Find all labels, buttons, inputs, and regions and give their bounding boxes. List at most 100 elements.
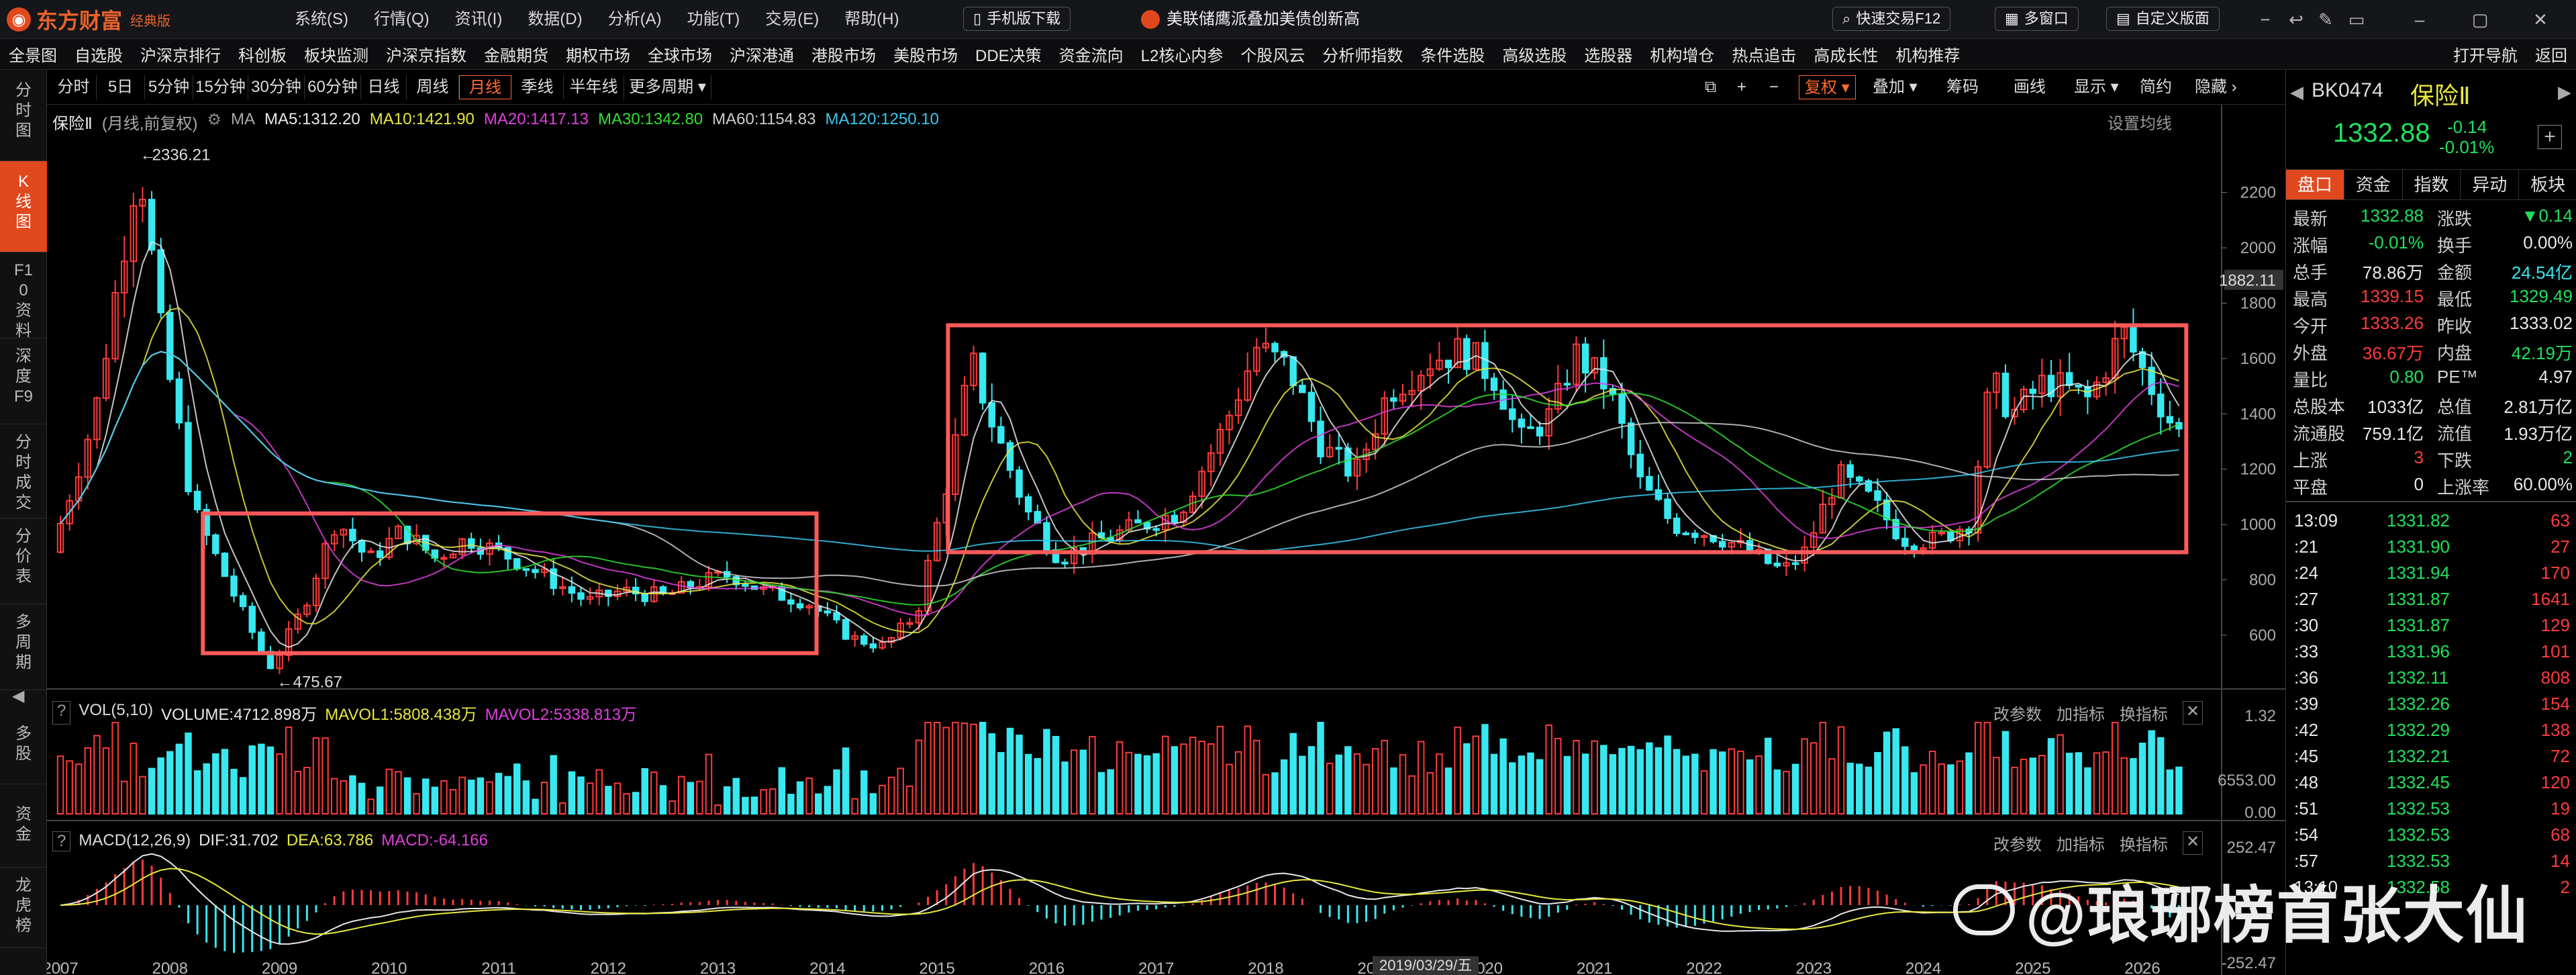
zoom-out-icon[interactable]: −	[1769, 75, 1779, 99]
collapse-arrow-icon[interactable]: ◀	[12, 686, 24, 706]
tab-price-table[interactable]: 分价表	[0, 518, 47, 604]
nav-item[interactable]: 美股市场	[885, 42, 967, 66]
settings-icon[interactable]: ▭	[2346, 9, 2367, 30]
period-5day[interactable]: 5日	[97, 75, 145, 99]
help-icon[interactable]: ?	[52, 701, 71, 725]
period-week[interactable]: 周线	[407, 75, 459, 99]
mobile-download-button[interactable]: ▯ 手机版下载	[963, 7, 1071, 31]
copy-icon[interactable]: ⧉	[1705, 75, 1716, 99]
nav-item[interactable]: 沪深港通	[721, 42, 803, 66]
add-indicator-button[interactable]: 加指标	[2057, 701, 2105, 725]
tab-sector[interactable]: 板块	[2518, 170, 2576, 199]
tab-kline[interactable]: K线图	[0, 161, 47, 252]
custom-layout-button[interactable]: ▤ 自定义版面	[2106, 7, 2220, 31]
news-headline[interactable]: 美联储鹰派叠加美债创新高	[1167, 8, 1360, 31]
open-nav-button[interactable]: 打开导航	[2444, 42, 2526, 66]
nav-item[interactable]: 分析师指数	[1314, 42, 1411, 66]
candle-body	[157, 249, 164, 314]
price-tick-label: 2000	[2240, 239, 2276, 257]
menu-trade[interactable]: 交易(E)	[752, 8, 832, 31]
nav-item[interactable]: 条件选股	[1411, 42, 1493, 66]
skin-icon[interactable]: ✎	[2316, 9, 2336, 30]
prev-stock-icon[interactable]: ◀	[2290, 82, 2303, 103]
period-month[interactable]: 月线	[459, 75, 511, 99]
nav-item[interactable]: 港股市场	[803, 42, 885, 66]
period-halfyear[interactable]: 半年线	[564, 75, 624, 99]
simple-button[interactable]: 简约	[2140, 75, 2172, 99]
nav-item[interactable]: 机构增仓	[1641, 42, 1723, 66]
period-day[interactable]: 日线	[361, 75, 407, 99]
period-15min[interactable]: 15分钟	[193, 75, 248, 99]
period-quarter[interactable]: 季线	[511, 75, 564, 99]
switch-indicator-button[interactable]: 换指标	[2120, 701, 2168, 725]
period-60min[interactable]: 60分钟	[305, 75, 361, 99]
nav-item[interactable]: 全景图	[0, 42, 66, 66]
tab-f10[interactable]: F10资料	[0, 252, 47, 340]
menu-system[interactable]: 系统(S)	[282, 8, 361, 31]
zoom-in-icon[interactable]: +	[1737, 75, 1746, 99]
tab-f9[interactable]: 深度F9	[0, 338, 47, 424]
nav-item[interactable]: 金融期货	[475, 42, 557, 66]
period-30min[interactable]: 30分钟	[248, 75, 305, 99]
close-icon[interactable]: ✕	[2183, 831, 2203, 855]
add-indicator-button[interactable]: 加指标	[2057, 831, 2105, 855]
nav-item[interactable]: 机构推荐	[1887, 42, 1969, 66]
kline-chart-area[interactable]: 保险Ⅱ (月线,前复权) ⚙ MA MA5:1312.20 MA10:1421.…	[47, 105, 2285, 975]
nav-item[interactable]: 热点追击	[1723, 42, 1805, 66]
close-icon[interactable]: ✕	[2530, 9, 2550, 30]
hide-button[interactable]: 隐藏 ›	[2195, 75, 2237, 99]
nav-item[interactable]: 沪深京排行	[132, 42, 230, 66]
nav-item[interactable]: DDE决策	[967, 42, 1050, 66]
help-icon[interactable]: ?	[52, 831, 71, 851]
overlay-button[interactable]: 叠加 ▾	[1873, 75, 1918, 99]
nav-item[interactable]: 科创板	[230, 42, 295, 66]
display-button[interactable]: 显示 ▾	[2074, 75, 2119, 99]
menu-help[interactable]: 帮助(H)	[832, 8, 911, 31]
add-watch-icon[interactable]: +	[2538, 125, 2562, 149]
period-5min[interactable]: 5分钟	[145, 75, 193, 99]
return-button[interactable]: 返回	[2526, 42, 2576, 66]
tab-index[interactable]: 指数	[2401, 170, 2461, 199]
nav-item[interactable]: 期权市场	[557, 42, 639, 66]
tab-fund-flow[interactable]: 资金	[2343, 170, 2402, 199]
window-min-icon[interactable]: –	[2410, 9, 2430, 30]
menu-data[interactable]: 数据(D)	[515, 8, 595, 31]
tab-dragon-tiger[interactable]: 龙虎榜	[0, 868, 47, 948]
nav-item[interactable]: 自选股	[66, 42, 132, 66]
nav-item[interactable]: 资金流向	[1050, 42, 1132, 66]
nav-item[interactable]: 选股器	[1575, 42, 1641, 66]
menu-function[interactable]: 功能(T)	[675, 8, 753, 31]
nav-item[interactable]: 板块监测	[295, 42, 377, 66]
restore-rights-button[interactable]: 复权 ▾	[1799, 75, 1856, 99]
period-more[interactable]: 更多周期 ▾	[624, 75, 711, 99]
nav-item[interactable]: L2核心内参	[1132, 42, 1232, 66]
window-max-icon[interactable]: ▢	[2470, 9, 2490, 30]
tab-multi-period[interactable]: 多周期	[0, 604, 47, 690]
tab-tick[interactable]: 分时成交	[0, 424, 47, 518]
switch-indicator-button[interactable]: 换指标	[2120, 831, 2168, 855]
nav-item[interactable]: 高成长性	[1805, 42, 1887, 66]
next-stock-icon[interactable]: ▶	[2558, 82, 2571, 103]
back-icon[interactable]: ↩	[2286, 9, 2306, 30]
minimize-icon[interactable]: −	[2255, 9, 2275, 30]
menu-analysis[interactable]: 分析(A)	[595, 8, 675, 31]
news-ticker[interactable]: 美联储鹰派叠加美债创新高	[1141, 8, 1360, 31]
tab-intraday[interactable]: 分时图	[0, 70, 47, 161]
multi-window-button[interactable]: ▦ 多窗口	[1995, 7, 2079, 31]
tab-order-book[interactable]: 盘口	[2286, 170, 2344, 199]
period-intraday[interactable]: 分时	[51, 75, 97, 99]
nav-item[interactable]: 个股风云	[1232, 42, 1314, 66]
change-param-button[interactable]: 改参数	[1993, 831, 2042, 855]
menu-info[interactable]: 资讯(I)	[442, 8, 515, 31]
tab-abnormal[interactable]: 异动	[2460, 170, 2518, 199]
draw-line-button[interactable]: 画线	[2014, 75, 2046, 99]
change-param-button[interactable]: 改参数	[1993, 701, 2042, 725]
menu-quote[interactable]: 行情(Q)	[361, 8, 442, 31]
chips-button[interactable]: 筹码	[1946, 75, 1979, 99]
nav-item[interactable]: 高级选股	[1493, 42, 1575, 66]
tab-fund[interactable]: 资金	[0, 784, 47, 868]
nav-item[interactable]: 全球市场	[639, 42, 721, 66]
nav-item[interactable]: 沪深京指数	[377, 42, 475, 66]
quick-trade-button[interactable]: ⌕ 快速交易F12	[1832, 7, 1951, 31]
close-icon[interactable]: ✕	[2183, 701, 2203, 725]
